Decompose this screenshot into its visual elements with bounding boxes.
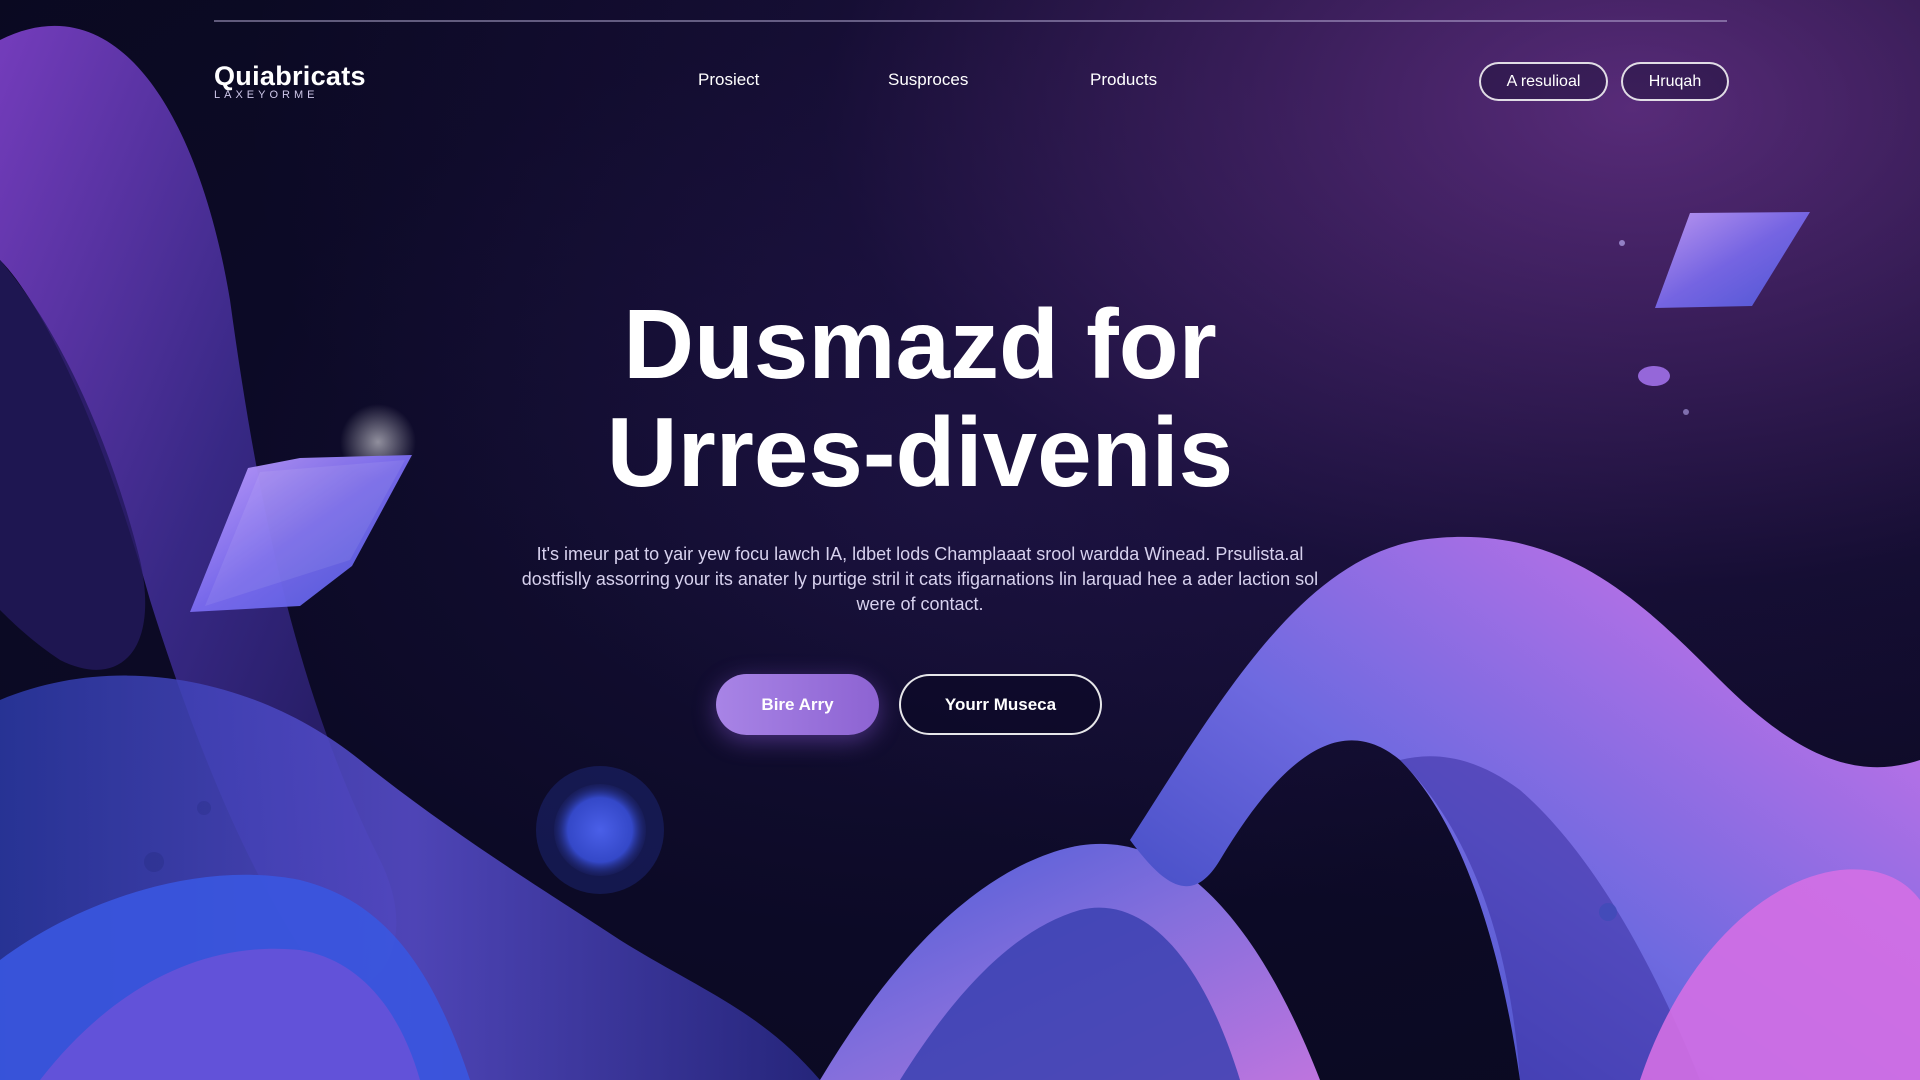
nav-link-products[interactable]: Products [1090,70,1157,90]
hero-subtitle: It's imeur pat to yair yew focu lawch IA… [521,544,1319,614]
hero-title-line1: Dusmazd for [623,289,1217,399]
hero-title: Dusmazd for Urres-divenis [0,290,1840,506]
nav-link-susproces[interactable]: Susproces [888,70,968,90]
brand-logo[interactable]: Quiabricats LAXEYORME [214,62,366,101]
header-divider [214,20,1727,22]
landing-page: Quiabricats LAXEYORME Prosiect Susproces… [0,0,1920,1080]
brand-name: Quiabricats [214,61,366,91]
background-artwork [0,25,1920,1080]
secondary-cta-button[interactable]: Yourr Museca [899,674,1102,735]
hero-title-line2: Urres-divenis [606,397,1234,507]
header-button-resulioal[interactable]: A resulioal [1479,62,1608,101]
primary-cta-button[interactable]: Bire Arry [716,674,879,735]
nav-link-project[interactable]: Prosiect [698,70,759,90]
header-button-hruqah[interactable]: Hruqah [1621,62,1729,101]
